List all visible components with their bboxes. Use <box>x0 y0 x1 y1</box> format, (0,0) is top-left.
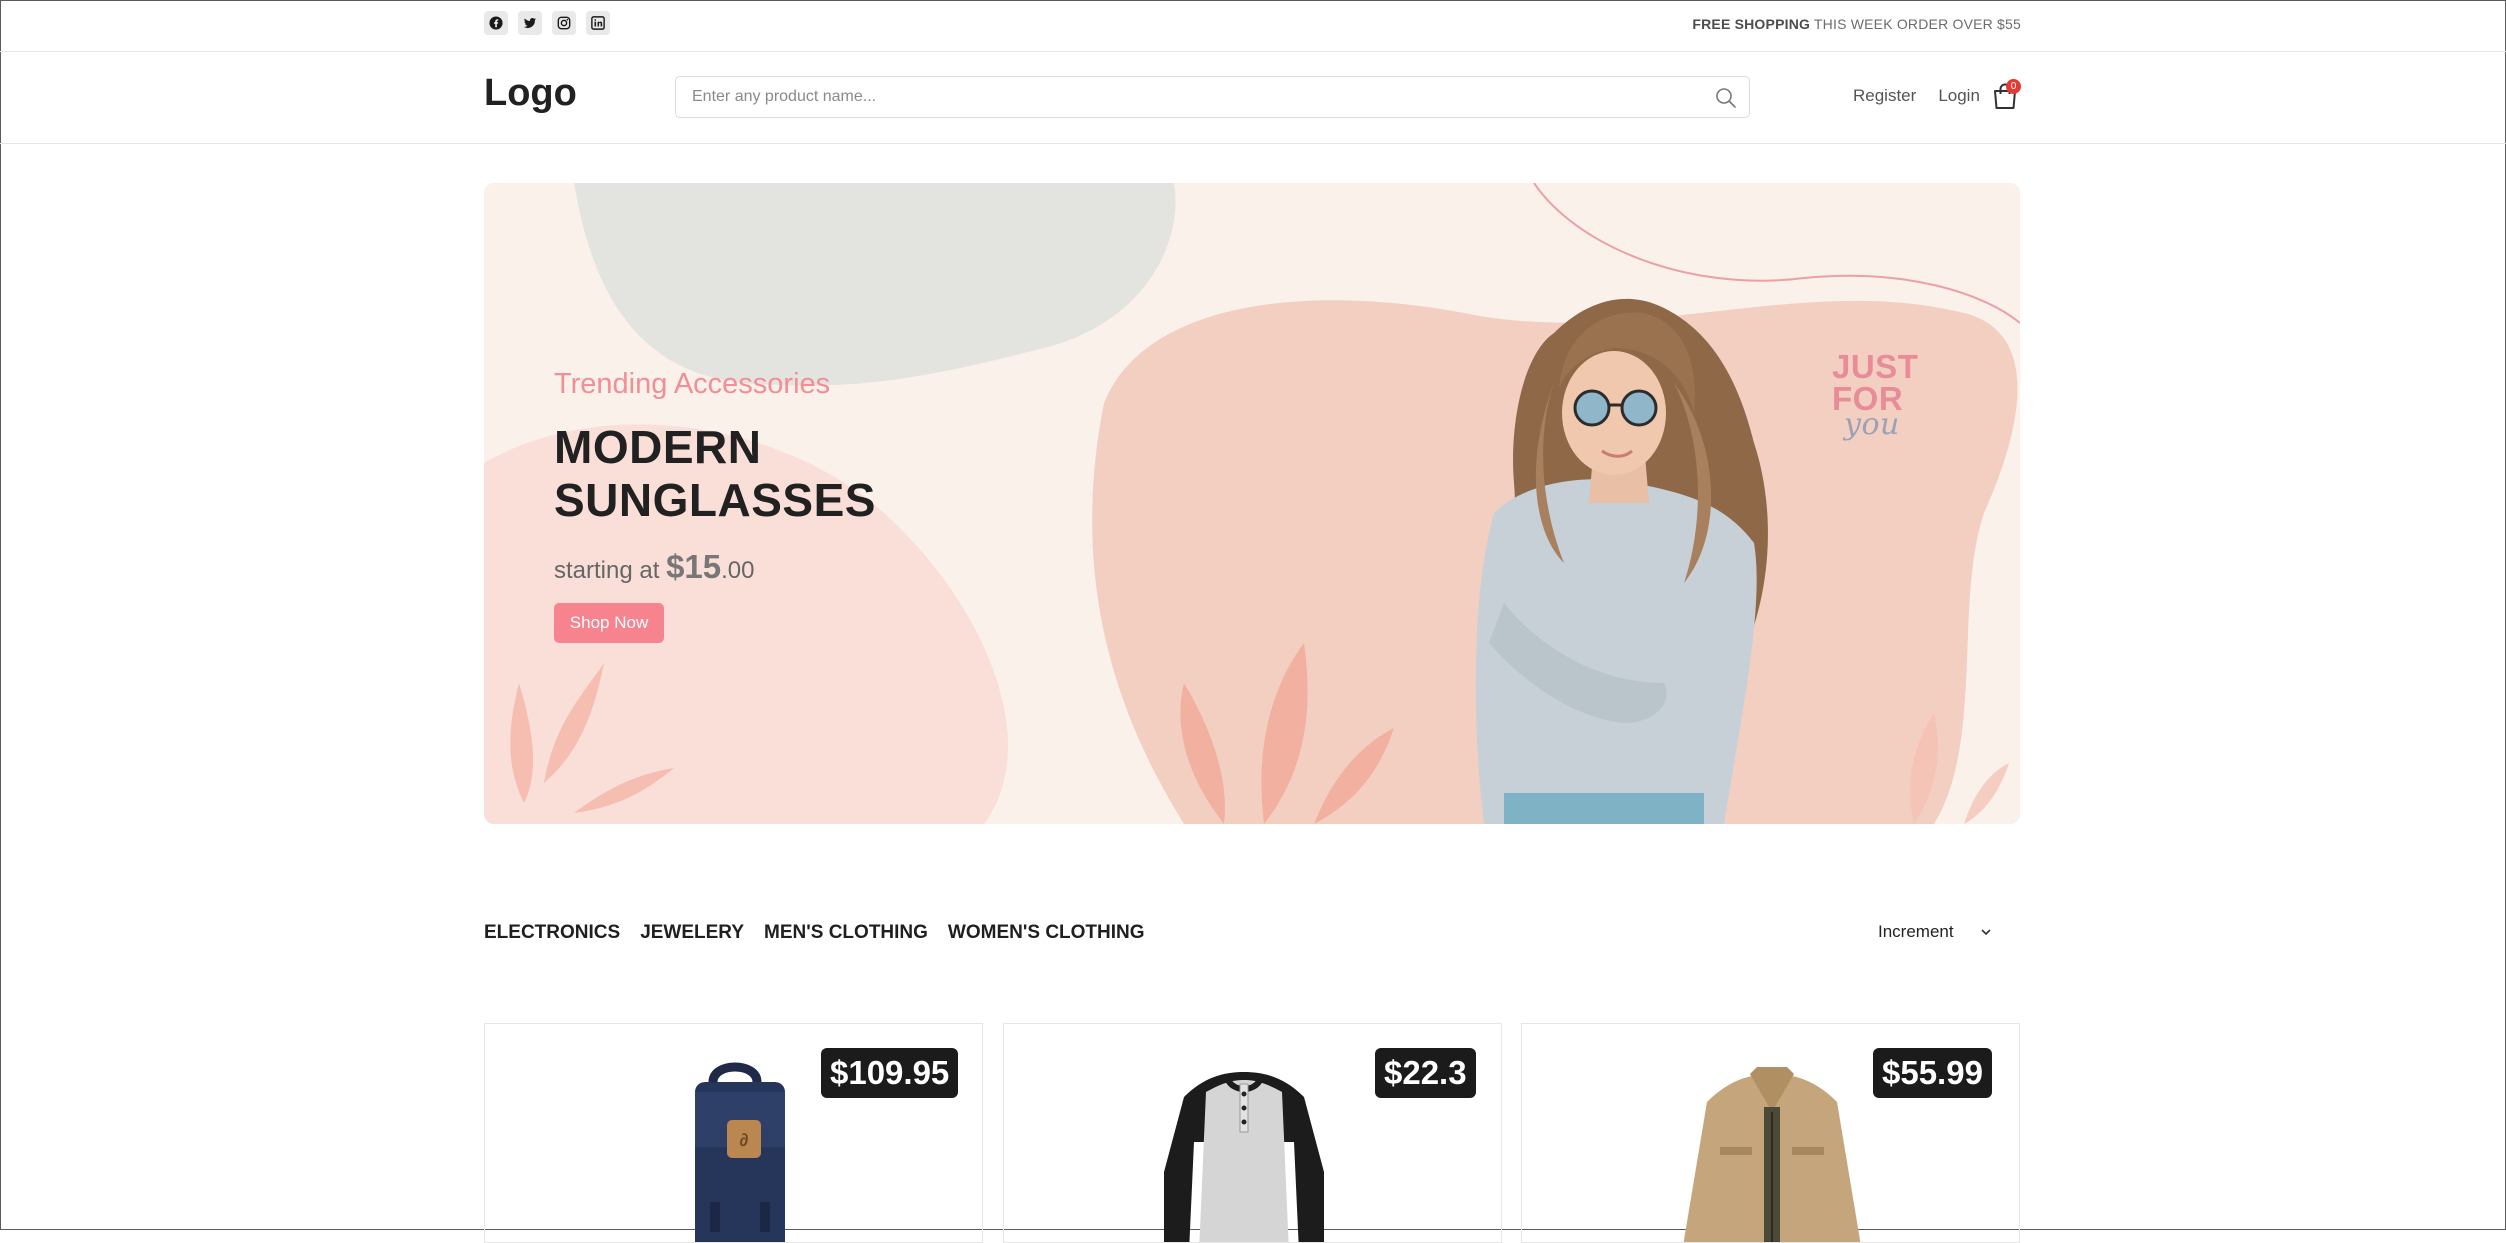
login-link[interactable]: Login <box>1938 86 1980 106</box>
social-links <box>484 11 610 35</box>
promo-detail: THIS WEEK ORDER OVER $55 <box>1810 16 2021 32</box>
hero-banner: Trending Accessories MODERN SUNGLASSES s… <box>484 183 2020 824</box>
price-tag: $22.3 <box>1375 1048 1476 1098</box>
register-link[interactable]: Register <box>1853 86 1916 106</box>
hero-price: starting at $15.00 <box>554 548 755 586</box>
category-mens-clothing[interactable]: MEN'S CLOTHING <box>764 922 928 944</box>
category-electronics[interactable]: ELECTRONICS <box>484 922 620 944</box>
hero-subtitle: Trending Accessories <box>554 368 831 400</box>
twitter-icon[interactable] <box>518 11 542 35</box>
sort-select[interactable]: Increment <box>1865 912 2005 952</box>
product-image-jacket <box>1683 1067 1861 1242</box>
price-prefix: starting at <box>554 557 667 584</box>
facebook-icon[interactable] <box>484 11 508 35</box>
cart-count-badge: 0 <box>2006 79 2021 94</box>
category-tabs: ELECTRONICS JEWELERY MEN'S CLOTHING WOME… <box>484 922 1145 944</box>
category-womens-clothing[interactable]: WOMEN'S CLOTHING <box>948 922 1145 944</box>
badge-top-text: JUST <box>1832 348 1919 385</box>
product-card[interactable]: $55.99 <box>1521 1023 2020 1243</box>
product-card[interactable]: ∂ $109.95 <box>484 1023 983 1243</box>
search-icon[interactable] <box>1715 87 1737 109</box>
account-links: Register Login <box>1853 86 1980 106</box>
just-for-you-badge: JUST FOR you <box>1832 348 1919 441</box>
linkedin-icon[interactable] <box>586 11 610 35</box>
instagram-icon[interactable] <box>552 11 576 35</box>
chevron-down-icon <box>1981 929 1991 936</box>
main-header: Logo Register Login 0 <box>0 52 2506 144</box>
price-cents: .00 <box>721 557 755 584</box>
promo-text: FREE SHOPPING THIS WEEK ORDER OVER $55 <box>1692 16 2021 32</box>
price-tag: $55.99 <box>1873 1048 1992 1098</box>
product-image-shirt <box>1164 1072 1324 1242</box>
shop-now-button[interactable]: Shop Now <box>554 603 664 643</box>
badge-script-text: you <box>1844 407 1900 442</box>
product-image-backpack: ∂ <box>695 1062 785 1242</box>
price-whole: $15 <box>666 548 722 585</box>
hero-title: MODERN SUNGLASSES <box>554 421 876 526</box>
svg-text:∂: ∂ <box>740 1130 749 1150</box>
top-bar: FREE SHOPPING THIS WEEK ORDER OVER $55 <box>0 0 2506 52</box>
category-jewelery[interactable]: JEWELERY <box>640 922 744 944</box>
sort-selected-value: Increment <box>1878 922 1954 941</box>
search-bar <box>675 76 1750 118</box>
logo[interactable]: Logo <box>484 72 577 115</box>
promo-highlight: FREE SHOPPING <box>1692 16 1811 32</box>
product-card[interactable]: $22.3 <box>1003 1023 1502 1243</box>
search-input[interactable] <box>676 77 1749 117</box>
price-tag: $109.95 <box>821 1048 959 1098</box>
